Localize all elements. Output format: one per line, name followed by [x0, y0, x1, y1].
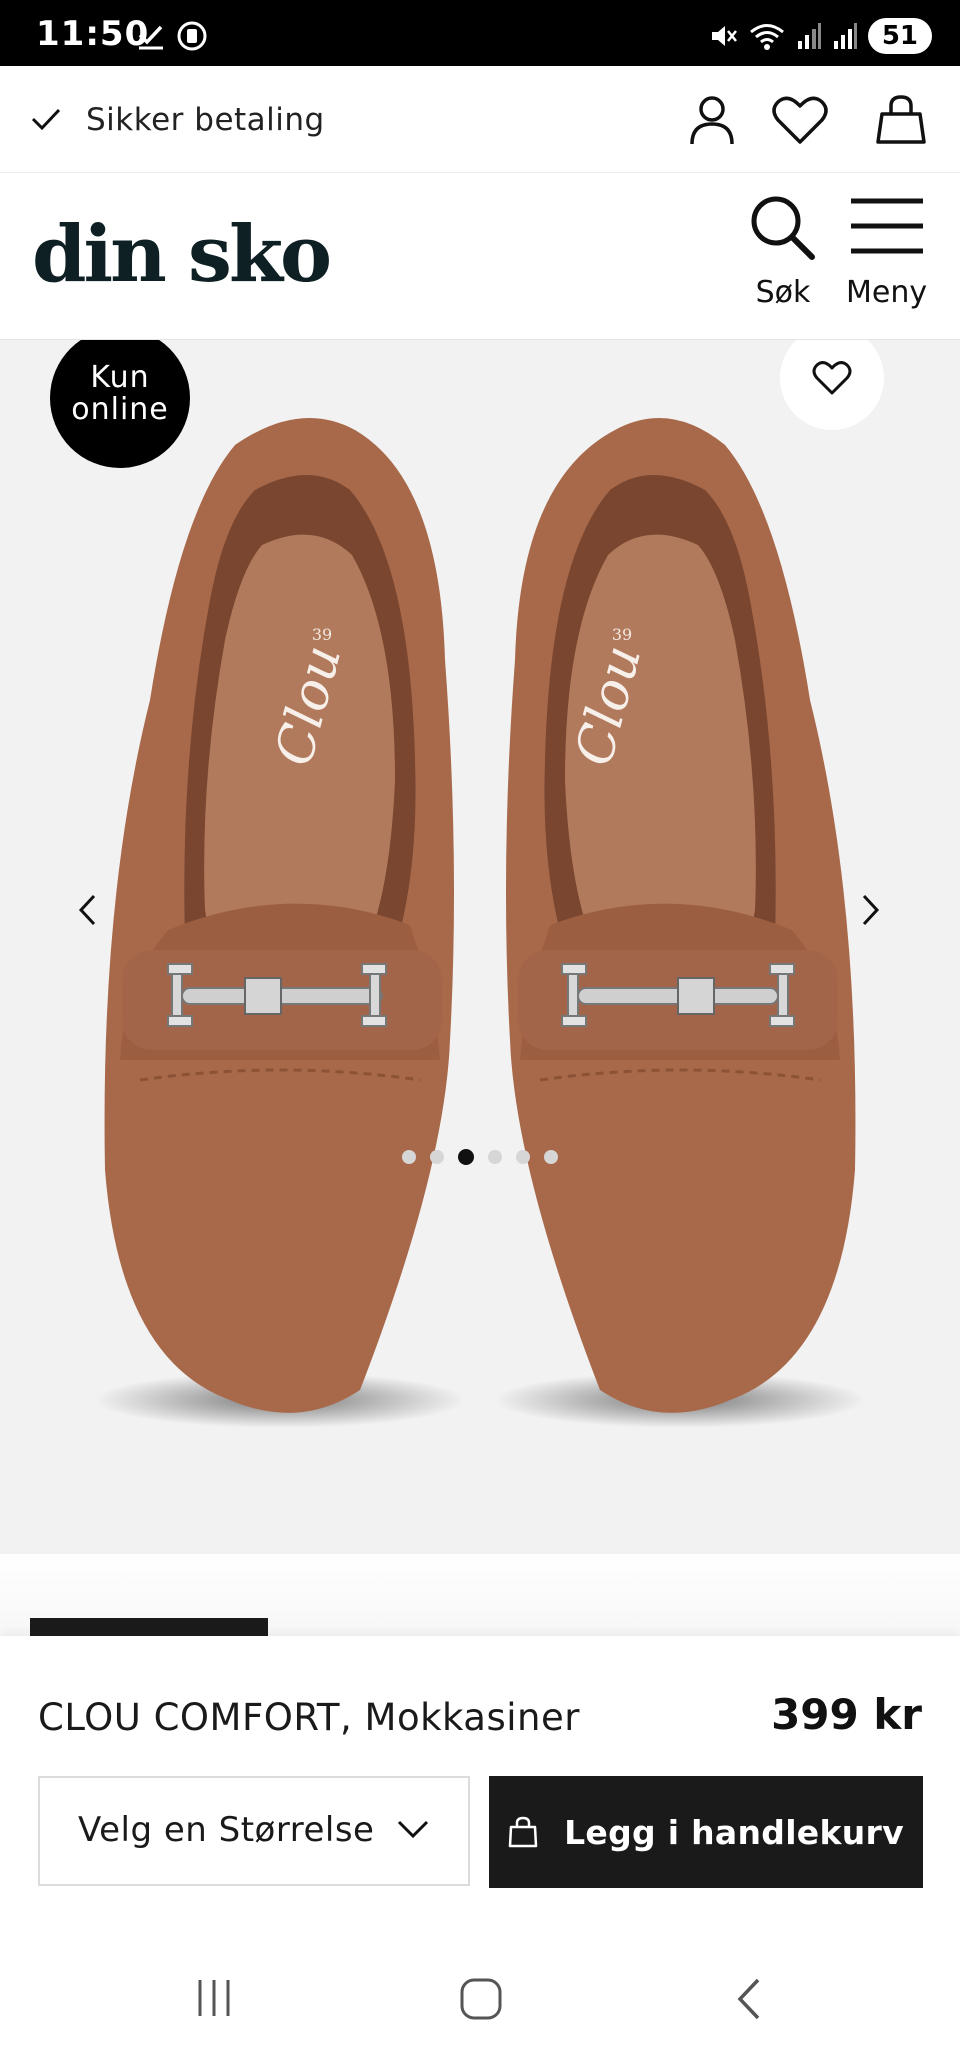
pagination-dot[interactable] [402, 1150, 416, 1164]
product-title: CLOU COMFORT, Mokkasiner [38, 1696, 580, 1739]
battery-indicator: 51 [867, 18, 932, 54]
menu-label: Meny [846, 275, 928, 310]
hamburger-menu-icon [850, 198, 923, 254]
pagination-dot[interactable] [516, 1150, 530, 1164]
right-shoe: 39 Clou [495, 418, 865, 1428]
search-button[interactable]: Søk [748, 193, 818, 310]
gallery-pagination [0, 1149, 960, 1165]
menu-button[interactable]: Meny [846, 193, 927, 310]
signal-icon-2 [833, 23, 857, 49]
size-select-dropdown[interactable]: Velg en Størrelse [38, 1776, 470, 1886]
site-logo[interactable]: din sko [32, 209, 332, 300]
status-left-icons [136, 20, 208, 52]
signal-icon-1 [797, 23, 821, 49]
chevron-down-icon [397, 1820, 429, 1839]
product-price: 399 kr [771, 1690, 922, 1739]
status-bar: 11:50 51 [0, 0, 960, 66]
size-select-label: Velg en Størrelse [78, 1810, 375, 1850]
android-navigation-bar [0, 1936, 960, 2059]
shopping-bag-icon [508, 1816, 538, 1848]
product-tab-strip [0, 1554, 960, 1636]
search-icon [751, 196, 815, 260]
product-image: 39 Clou 39 Clou [95, 418, 865, 1428]
home-icon[interactable] [458, 1976, 504, 2022]
next-image-arrow-icon[interactable] [858, 892, 882, 928]
pagination-dot[interactable] [430, 1150, 444, 1164]
product-image-gallery[interactable]: 39 Clou 39 Clou Kun online [0, 340, 960, 1554]
purchase-panel: CLOU COMFORT, Mokkasiner 399 kr Velg en … [0, 1636, 960, 1936]
status-time: 11:50 [36, 14, 150, 54]
app-notification-icon [177, 21, 207, 51]
download-done-icon [138, 25, 163, 50]
add-to-cart-label: Legg i handlekurv [564, 1812, 904, 1852]
pagination-dot[interactable] [488, 1150, 502, 1164]
checkmark-icon [31, 108, 61, 131]
secure-payment-text: Sikker betaling [86, 102, 325, 138]
recent-apps-icon[interactable] [192, 1976, 236, 2020]
shopping-bag-icon[interactable] [876, 94, 926, 146]
secure-payment-bar: Sikker betaling [0, 66, 960, 173]
status-right-icons: 51 [708, 18, 932, 54]
left-shoe: 39 Clou [95, 418, 465, 1428]
back-icon[interactable] [734, 1976, 764, 2022]
insole-size-left: 39 [312, 625, 332, 644]
brand-header: din sko Søk Meny [0, 173, 960, 340]
mute-icon [711, 26, 737, 46]
search-label: Søk [755, 275, 811, 310]
insole-size-right: 39 [612, 625, 632, 644]
pagination-dot[interactable] [544, 1150, 558, 1164]
active-tab-indicator[interactable] [30, 1618, 268, 1636]
wifi-icon [749, 24, 784, 50]
account-icon[interactable] [688, 94, 736, 146]
wishlist-heart-icon[interactable] [772, 94, 828, 146]
pagination-dot-active[interactable] [458, 1149, 474, 1165]
add-to-cart-button[interactable]: Legg i handlekurv [489, 1776, 923, 1888]
previous-image-arrow-icon[interactable] [76, 892, 100, 928]
heart-icon [812, 361, 852, 395]
